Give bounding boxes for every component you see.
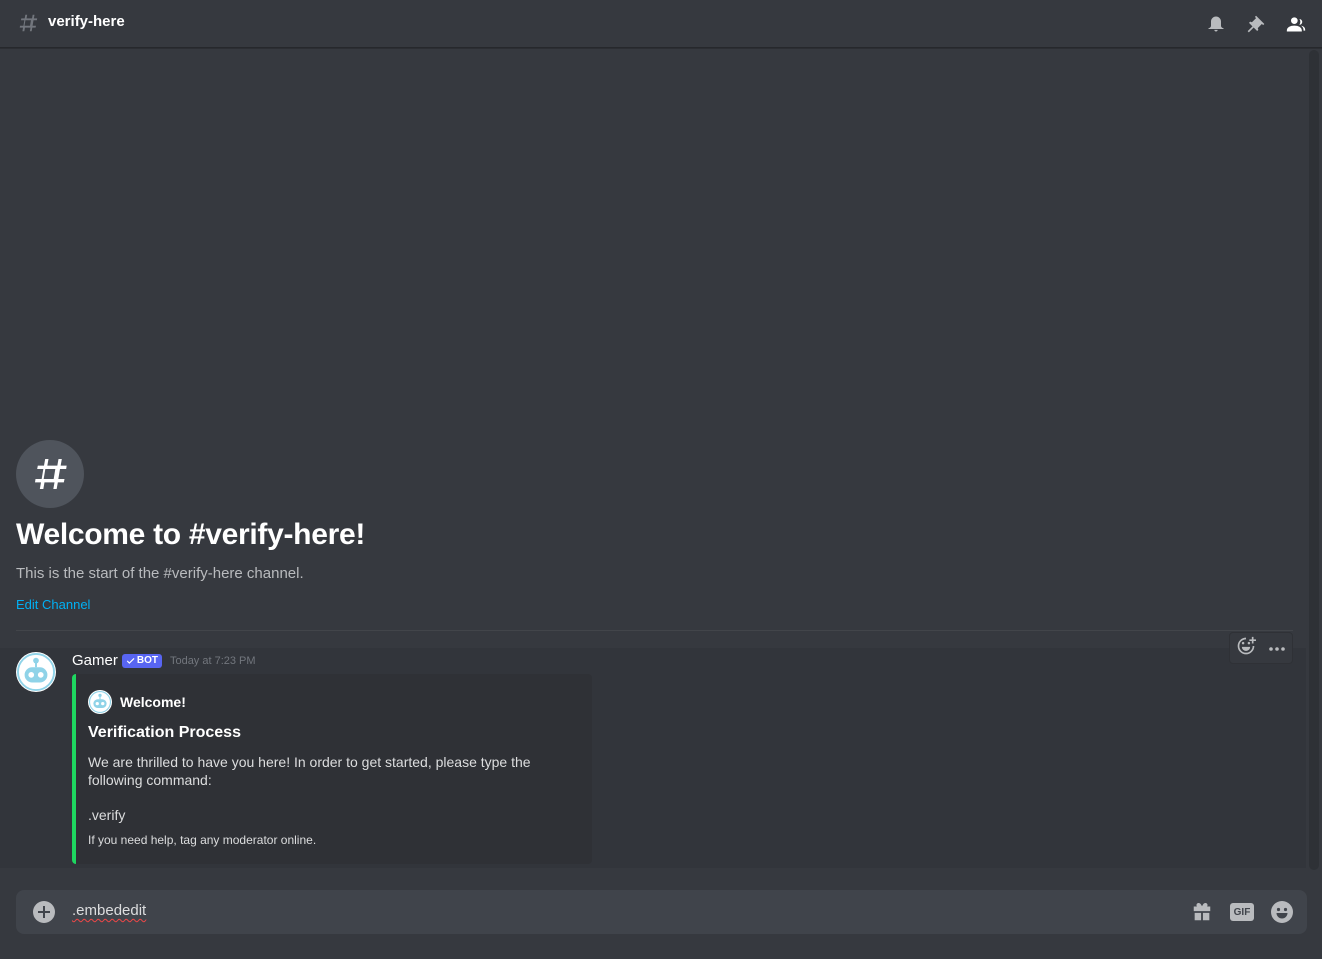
embed-author-name: Welcome! [120, 694, 186, 710]
more-icon[interactable] [1268, 639, 1286, 657]
embed-title: Verification Process [88, 724, 241, 741]
add-reaction-icon[interactable] [1236, 636, 1256, 661]
username[interactable]: Gamer [72, 652, 118, 669]
message-header: Gamer BOT Today at 7:23 PM [72, 652, 256, 669]
gif-label: GIF [1230, 903, 1254, 921]
emoji-icon[interactable] [1269, 900, 1295, 924]
message-composer[interactable]: .embededit GIF [16, 890, 1307, 934]
add-icon[interactable] [33, 901, 55, 923]
bot-badge: BOT [121, 653, 162, 668]
gif-icon[interactable]: GIF [1229, 900, 1255, 924]
members-icon[interactable] [1284, 12, 1308, 36]
embed-footer: If you need help, tag any moderator onli… [88, 833, 317, 847]
bot-badge-label: BOT [136, 655, 158, 666]
message-actions [1229, 632, 1293, 664]
embed-command: .verify [88, 807, 126, 823]
check-icon [126, 658, 135, 664]
welcome-title: Welcome to #verify-here! [16, 518, 366, 551]
channel-header: verify-here [0, 0, 1322, 48]
hash-icon [17, 12, 39, 34]
composer-toolbar: GIF [1189, 900, 1295, 924]
welcome-subtitle: This is the start of the #verify-here ch… [16, 565, 304, 582]
avatar[interactable] [16, 652, 56, 692]
timestamp: Today at 7:23 PM [169, 654, 256, 667]
scrollbar[interactable] [1309, 50, 1319, 870]
embed-author: Welcome! [88, 690, 186, 714]
bot-avatar-icon [88, 690, 112, 714]
embed-description: We are thrilled to have you here! In ord… [88, 754, 531, 788]
message-input[interactable]: .embededit [72, 902, 146, 919]
edit-channel-link[interactable]: Edit Channel [16, 597, 90, 612]
header-toolbar [1204, 12, 1308, 36]
channel-hash-icon [16, 440, 84, 508]
bell-icon[interactable] [1204, 12, 1228, 36]
pin-icon[interactable] [1244, 12, 1268, 36]
channel-title: verify-here [48, 13, 125, 30]
discord-window: verify-here Welcome to #verify-here! Thi… [0, 0, 1322, 959]
embed: Welcome! Verification Process We are thr… [72, 674, 592, 864]
divider [16, 630, 1293, 631]
gift-icon[interactable] [1189, 900, 1215, 924]
